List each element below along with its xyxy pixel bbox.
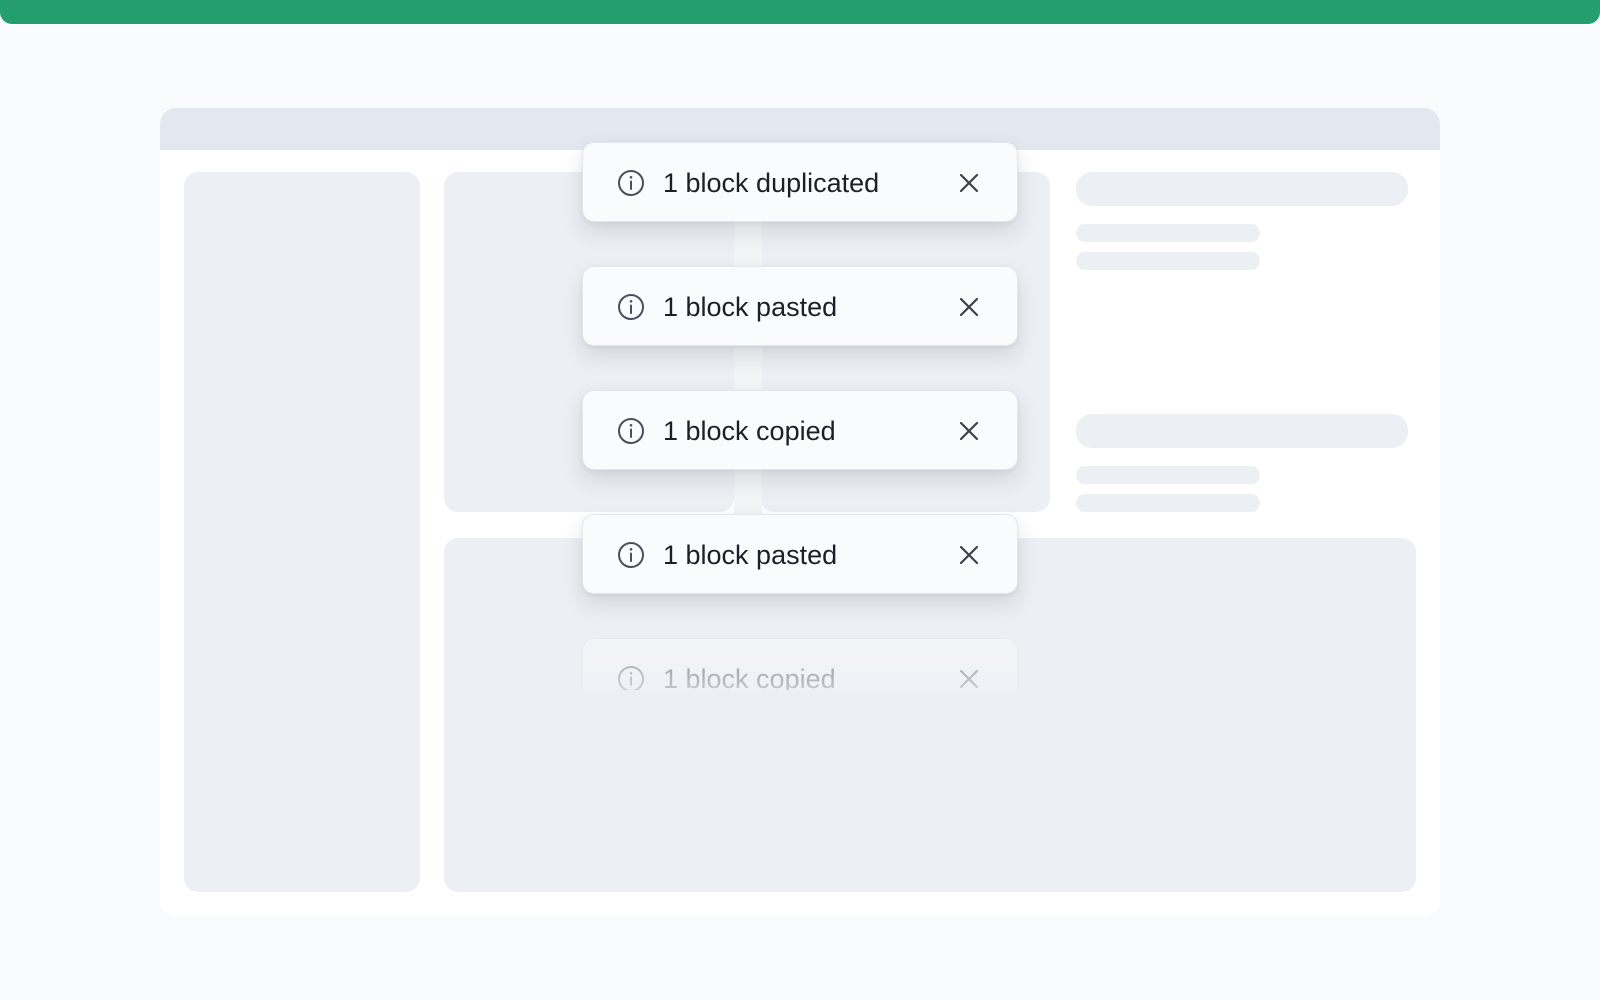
toast-message: 1 block copied xyxy=(663,664,836,690)
toast-stack-connector xyxy=(734,222,762,266)
app-window-placeholder xyxy=(160,108,1440,916)
info-icon xyxy=(617,417,645,445)
top-accent-bar xyxy=(0,0,1600,24)
toast-stack-connector xyxy=(734,346,762,390)
skeleton-line-placeholder xyxy=(1076,466,1260,484)
toast-message: 1 block duplicated xyxy=(663,168,880,198)
skeleton-line-placeholder xyxy=(1076,494,1260,512)
info-icon xyxy=(617,541,645,569)
sidebar-placeholder xyxy=(184,172,420,892)
toast-notification: 1 block duplicated xyxy=(582,142,1018,222)
info-icon xyxy=(617,169,645,197)
skeleton-line-placeholder xyxy=(1076,224,1260,242)
toast-notification: 1 block pasted xyxy=(582,514,1018,594)
toast-notification: 1 block copied xyxy=(582,390,1018,470)
close-icon[interactable] xyxy=(955,169,983,197)
close-icon[interactable] xyxy=(955,541,983,569)
skeleton-heading-placeholder xyxy=(1076,414,1408,448)
toast-notification-faded: 1 block copied xyxy=(582,638,1018,690)
close-icon[interactable] xyxy=(955,665,983,690)
toast-notification: 1 block pasted xyxy=(582,266,1018,346)
close-icon[interactable] xyxy=(955,417,983,445)
toast-message: 1 block pasted xyxy=(663,292,838,322)
info-icon xyxy=(617,665,645,690)
toast-stack-connector xyxy=(734,470,762,514)
info-icon xyxy=(617,293,645,321)
toast-message: 1 block pasted xyxy=(663,540,838,570)
skeleton-line-placeholder xyxy=(1076,252,1260,270)
close-icon[interactable] xyxy=(955,293,983,321)
skeleton-heading-placeholder xyxy=(1076,172,1408,206)
toast-message: 1 block copied xyxy=(663,416,836,446)
